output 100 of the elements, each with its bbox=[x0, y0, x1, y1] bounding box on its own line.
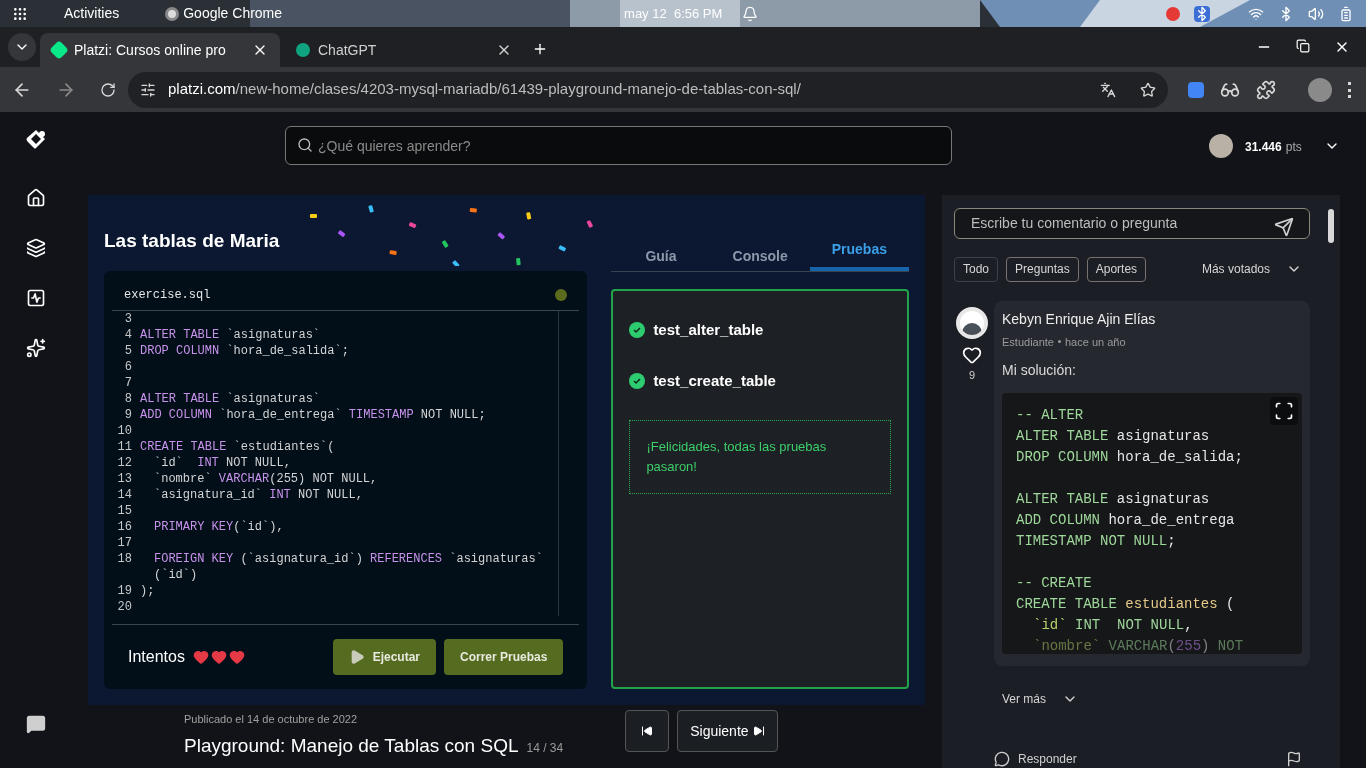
fullscreen-button[interactable] bbox=[1270, 397, 1298, 425]
message-icon[interactable] bbox=[26, 714, 46, 734]
apps-grid-icon[interactable] bbox=[12, 5, 28, 22]
tab-title: ChatGPT bbox=[318, 40, 378, 60]
tab-favicon-icon bbox=[296, 43, 310, 57]
code-line: ALTER TABLE `asignaturas` bbox=[140, 391, 321, 407]
sort-dropdown[interactable]: Más votados bbox=[1201, 260, 1302, 278]
app-menu-label[interactable]: Google Chrome bbox=[183, 3, 283, 24]
code-line: -- ALTER bbox=[1016, 406, 1084, 425]
line-number: 7 bbox=[123, 375, 133, 391]
code-line: -- CREATE bbox=[1016, 574, 1092, 593]
filter-chip[interactable]: Todo bbox=[954, 256, 999, 282]
code-line: `asignatura_id` INT NOT NULL, bbox=[153, 487, 363, 503]
bell-icon bbox=[742, 5, 759, 22]
panel-tab[interactable]: Guía bbox=[611, 235, 711, 271]
code-line: FOREIGN KEY (`asignatura_id`) REFERENCES `asignaturas` (`id`) bbox=[153, 551, 544, 583]
line-number: 17 bbox=[116, 535, 133, 551]
reply-link[interactable]: Responder bbox=[1018, 750, 1077, 768]
bookmark-icon[interactable] bbox=[1140, 81, 1156, 98]
flag-icon[interactable] bbox=[1286, 751, 1302, 767]
code-line: ); bbox=[140, 583, 155, 599]
code-line: `nombre` VARCHAR(255) NOT NULL, bbox=[153, 471, 378, 487]
tab-title: Platzi: Cursos online pro bbox=[74, 40, 227, 60]
code-line: ADD COLUMN hora_de_entrega bbox=[1016, 511, 1235, 530]
test-name: test_create_table bbox=[653, 370, 776, 391]
line-number: 19 bbox=[116, 583, 133, 599]
search-icon bbox=[297, 137, 313, 153]
line-number: 3 bbox=[123, 311, 133, 327]
line-number: 8 bbox=[123, 391, 133, 407]
url-text: platzi.com/new-home/clases/4203-mysql-mariadb/61439-playground-manejo-de-tablas-con-sql/ bbox=[168, 79, 802, 100]
user-avatar[interactable] bbox=[956, 306, 988, 339]
line-number: 20 bbox=[116, 599, 133, 615]
code-line: `id` INT NOT NULL, bbox=[153, 455, 291, 471]
extensions-icon[interactable] bbox=[1256, 79, 1276, 100]
home-icon[interactable] bbox=[26, 188, 46, 208]
panel-tab[interactable]: Console bbox=[710, 235, 810, 271]
menu-icon[interactable] bbox=[1348, 81, 1352, 98]
line-number: 10 bbox=[116, 423, 133, 439]
search-field[interactable]: ¿Qué quieres aprender? bbox=[285, 126, 952, 165]
skip-back-icon bbox=[641, 725, 654, 737]
line-number: 6 bbox=[123, 359, 133, 375]
run-button[interactable]: Ejecutar bbox=[332, 639, 436, 675]
line-number: 9 bbox=[123, 407, 133, 423]
code-line: `nombre` VARCHAR(255) NOT bbox=[1032, 637, 1244, 654]
activity-chart-icon[interactable] bbox=[26, 288, 46, 308]
comment-time: hace un año bbox=[1065, 334, 1126, 350]
line-number: 14 bbox=[116, 487, 133, 503]
comment-field[interactable]: Escribe tu comentario o pregunta bbox=[954, 208, 1310, 239]
site-settings-icon[interactable] bbox=[140, 81, 156, 98]
browser-tab[interactable]: ChatGPT bbox=[284, 33, 524, 67]
code-line: PRIMARY KEY(`id`), bbox=[153, 519, 284, 535]
class-counter: 14 / 34 bbox=[526, 739, 564, 757]
file-name: exercise.sql bbox=[124, 286, 211, 304]
line-number: 16 bbox=[116, 519, 133, 535]
filter-chip[interactable]: Aportes bbox=[1086, 256, 1147, 282]
points-unit: pts bbox=[1285, 139, 1302, 156]
comment-author[interactable]: Kebyn Enrique Ajin Elías bbox=[1002, 308, 1302, 330]
battery-icon[interactable] bbox=[1338, 5, 1354, 22]
filter-chip[interactable]: Preguntas bbox=[1006, 256, 1079, 282]
panel-tab[interactable]: Pruebas bbox=[809, 235, 909, 271]
user-avatar[interactable] bbox=[1209, 134, 1233, 158]
code-line: DROP COLUMN `hora_de_salida`; bbox=[140, 343, 349, 359]
fullscreen-icon bbox=[1274, 401, 1294, 421]
code-line: ALTER TABLE asignaturas bbox=[1016, 427, 1210, 446]
see-more-button[interactable]: Ver más bbox=[1002, 690, 1078, 708]
test-name: test_alter_table bbox=[653, 320, 764, 340]
send-icon[interactable] bbox=[1274, 217, 1294, 237]
run-tests-button[interactable]: Correr Pruebas bbox=[444, 639, 564, 675]
profile-avatar[interactable] bbox=[1308, 77, 1332, 102]
points-value: 31.446 bbox=[1245, 139, 1282, 156]
class-title: Playground: Manejo de Tablas con SQL bbox=[184, 733, 519, 758]
line-number: 5 bbox=[123, 343, 133, 359]
address-bar[interactable]: platzi.com/new-home/clases/4203-mysql-mariadb/61439-playground-manejo-de-tablas-con-sql/ bbox=[128, 71, 1168, 108]
next-button[interactable]: Siguiente bbox=[677, 710, 778, 752]
layers-icon[interactable] bbox=[26, 238, 46, 258]
browser-tab[interactable]: Platzi: Cursos online pro bbox=[40, 33, 280, 67]
code-line: ALTER TABLE `asignaturas` bbox=[140, 327, 321, 343]
line-number: 15 bbox=[116, 503, 133, 519]
line-number: 11 bbox=[116, 439, 133, 455]
reply-icon[interactable] bbox=[994, 751, 1010, 767]
new-tab-icon[interactable] bbox=[532, 41, 548, 57]
translate-icon[interactable] bbox=[1100, 81, 1116, 98]
like-icon[interactable] bbox=[962, 344, 982, 365]
comment-text: Mi solución: bbox=[1002, 361, 1077, 380]
publish-date: Publicado el 14 de octubre de 2022 bbox=[184, 712, 359, 727]
code-line: TIMESTAMP NOT NULL; bbox=[1016, 532, 1176, 551]
volume-icon[interactable] bbox=[1308, 5, 1324, 22]
sparkles-icon[interactable] bbox=[26, 338, 46, 358]
activities-label[interactable]: Activities bbox=[64, 3, 120, 24]
line-number: 12 bbox=[116, 455, 133, 471]
code-line: CREATE TABLE `estudiantes`( bbox=[140, 439, 335, 455]
lesson-title: Las tablas de Maria bbox=[104, 229, 281, 253]
tab-list-button[interactable] bbox=[8, 33, 36, 61]
restore-icon[interactable] bbox=[1296, 39, 1310, 53]
previous-button[interactable] bbox=[625, 710, 670, 752]
attempts-label: Intentos bbox=[128, 647, 185, 667]
code-line: ALTER TABLE asignaturas bbox=[1016, 490, 1210, 509]
reload-icon[interactable] bbox=[100, 81, 116, 98]
author-role: Estudiante bbox=[1002, 334, 1054, 350]
scrollbar-thumb[interactable] bbox=[1328, 209, 1334, 243]
